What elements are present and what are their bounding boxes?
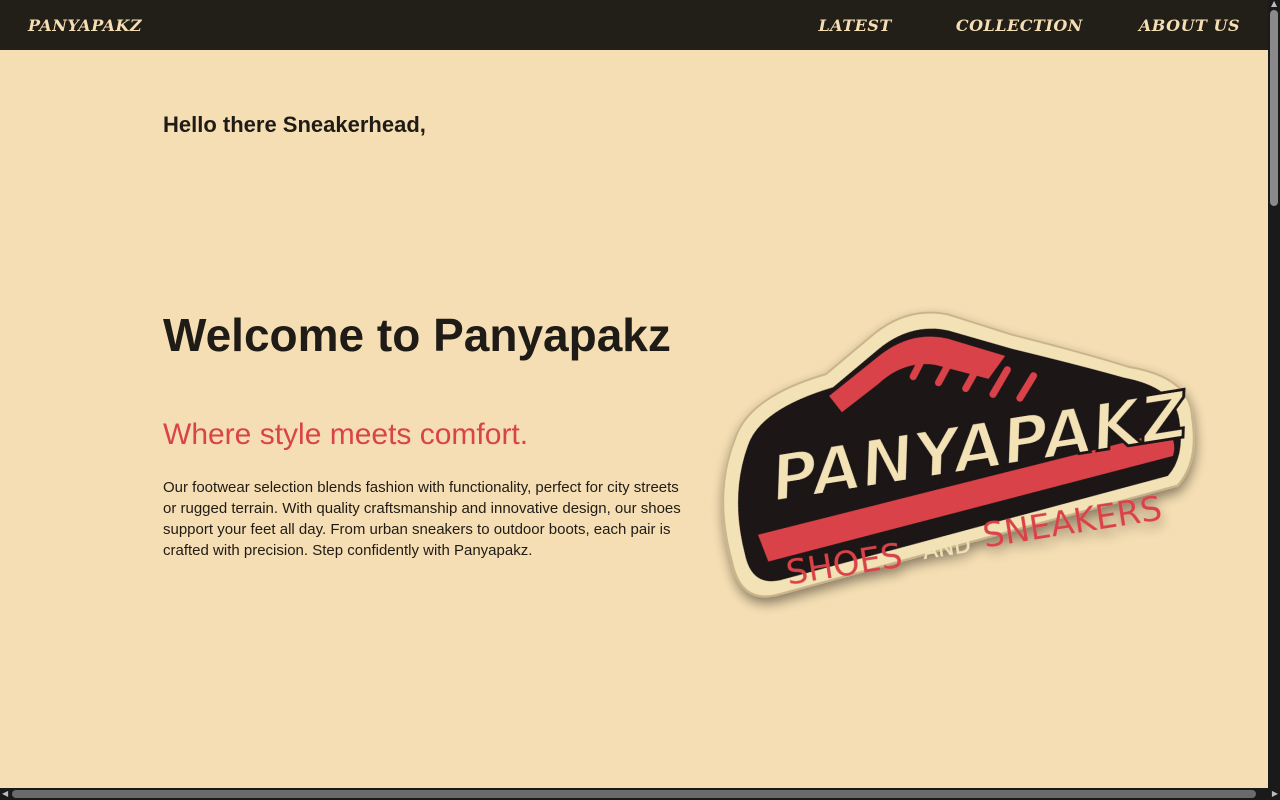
scroll-up-icon[interactable]: ▲ — [1271, 0, 1277, 10]
vertical-scrollbar[interactable]: ▲ — [1268, 0, 1280, 788]
scroll-right-icon[interactable]: ▶ — [1272, 788, 1278, 800]
nav-links: LATEST COLLECTION ABOUT US — [818, 16, 1240, 35]
hero-tagline: Where style meets comfort. — [163, 418, 529, 451]
sneaker-logo-image: PANYAPAKZ SHOES AND SNEAKERS — [700, 285, 1210, 615]
scroll-left-icon[interactable]: ◀ — [2, 788, 8, 800]
brand-link[interactable]: PANYAPAKZ — [28, 16, 142, 35]
nav-link-about-us[interactable]: ABOUT US — [1139, 16, 1240, 35]
hero-title: Welcome to Panyapakz — [163, 309, 671, 361]
hero-description: Our footwear selection blends fashion wi… — [163, 479, 681, 559]
greeting-heading: Hello there Sneakerhead, — [163, 112, 426, 137]
navbar: PANYAPAKZ LATEST COLLECTION ABOUT US — [0, 0, 1268, 50]
vertical-scrollbar-thumb[interactable] — [1270, 10, 1278, 206]
horizontal-scrollbar-thumb[interactable] — [12, 790, 1256, 798]
horizontal-scrollbar[interactable]: ◀ ▶ — [0, 788, 1280, 800]
nav-link-collection[interactable]: COLLECTION — [956, 16, 1083, 35]
nav-link-latest[interactable]: LATEST — [818, 16, 891, 35]
sneaker-logo-icon: PANYAPAKZ SHOES AND SNEAKERS — [722, 311, 1196, 598]
